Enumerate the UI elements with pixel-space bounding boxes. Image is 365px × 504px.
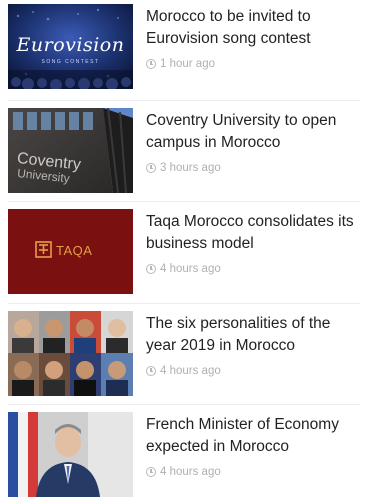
list-item[interactable]: The six personalities of the year 2019 i…: [0, 307, 365, 403]
taqa-logo-text: TAQA: [56, 243, 93, 258]
taqa-thumbnail[interactable]: TAQA: [8, 209, 133, 294]
divider: [8, 100, 360, 101]
article-time-text: 4 hours ago: [160, 466, 221, 478]
article-timestamp: 4 hours ago: [146, 466, 221, 478]
clock-icon: [146, 366, 156, 376]
list-item[interactable]: French Minister of Economy expected in M…: [0, 408, 365, 504]
article-title[interactable]: French Minister of Economy expected in M…: [146, 414, 360, 458]
portraits-collage-icon: [8, 311, 133, 396]
list-item[interactable]: Coventry University Coventry University …: [0, 104, 365, 200]
eurovision-logo-text: Eurovision: [16, 34, 125, 56]
news-list: Eurovision SONG CONTEST Morocco to be in…: [0, 0, 365, 497]
article-time-text: 3 hours ago: [160, 162, 221, 174]
article-title[interactable]: The six personalities of the year 2019 i…: [146, 313, 360, 357]
eurovision-logo-subtext: SONG CONTEST: [41, 59, 100, 65]
article-title[interactable]: Coventry University to open campus in Mo…: [146, 110, 360, 154]
coventry-thumbnail[interactable]: Coventry University: [8, 108, 133, 193]
divider: [8, 303, 360, 304]
article-title[interactable]: Morocco to be invited to Eurovision song…: [146, 6, 360, 50]
personalities-thumbnail[interactable]: [8, 311, 133, 396]
minister-photo-icon: [8, 412, 133, 497]
divider: [8, 201, 360, 202]
clock-icon: [146, 467, 156, 477]
article-time-text: 4 hours ago: [160, 263, 221, 275]
article-time-text: 4 hours ago: [160, 365, 221, 377]
clock-icon: [146, 264, 156, 274]
list-item[interactable]: Eurovision SONG CONTEST Morocco to be in…: [0, 0, 365, 96]
article-timestamp: 4 hours ago: [146, 365, 221, 377]
clock-icon: [146, 163, 156, 173]
list-item[interactable]: TAQA Taqa Morocco consolidates its busin…: [0, 205, 365, 301]
eurovision-thumbnail[interactable]: Eurovision SONG CONTEST: [8, 4, 133, 89]
article-timestamp: 1 hour ago: [146, 58, 215, 70]
divider: [8, 404, 360, 405]
article-timestamp: 3 hours ago: [146, 162, 221, 174]
article-time-text: 1 hour ago: [160, 58, 215, 70]
article-title[interactable]: Taqa Morocco consolidates its business m…: [146, 211, 360, 255]
clock-icon: [146, 59, 156, 69]
article-timestamp: 4 hours ago: [146, 263, 221, 275]
minister-thumbnail[interactable]: [8, 412, 133, 497]
